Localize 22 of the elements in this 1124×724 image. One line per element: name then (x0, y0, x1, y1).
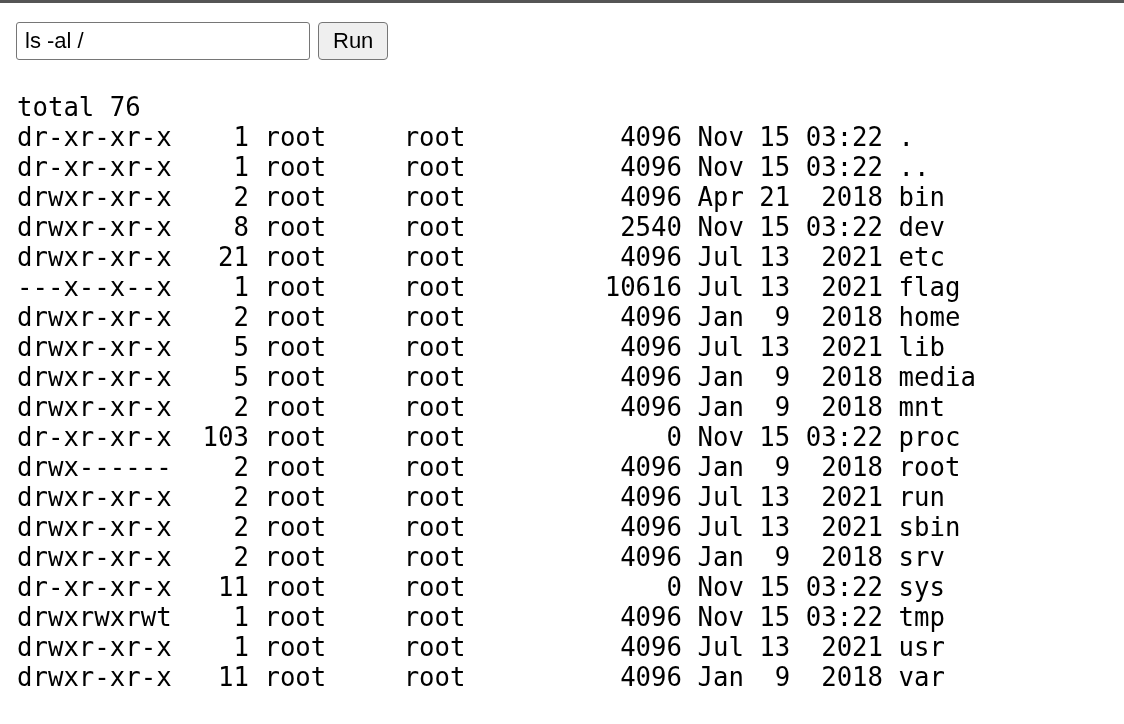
output-line: drwxr-xr-x 2 root root 4096 Apr 21 2018 bin (17, 182, 945, 212)
output-line: drwxr-xr-x 5 root root 4096 Jul 13 2021 lib (17, 332, 945, 362)
run-button[interactable]: Run (318, 22, 389, 60)
output-line: dr-xr-xr-x 1 root root 4096 Nov 15 03:22 .. (17, 152, 930, 182)
output-line: drwxr-xr-x 1 root root 4096 Jul 13 2021 usr (17, 632, 945, 662)
output-line: drwxr-xr-x 2 root root 4096 Jan 9 2018 srv (17, 542, 945, 572)
output-line: drwxr-xr-x 21 root root 4096 Jul 13 2021 etc (17, 242, 945, 272)
command-field[interactable]: ls -al / (16, 22, 310, 60)
output-line: dr-xr-xr-x 1 root root 4096 Nov 15 03:22 . (17, 122, 914, 152)
output-line: dr-xr-xr-x 103 root root 0 Nov 15 03:22 proc (17, 422, 961, 452)
output-line: drwxr-xr-x 2 root root 4096 Jan 9 2018 mnt (17, 392, 945, 422)
output-line: drwxr-xr-x 2 root root 4096 Jan 9 2018 home (17, 302, 961, 332)
output-line: drwxr-xr-x 2 root root 4096 Jul 13 2021 sbin (17, 512, 961, 542)
output-line: drwxr-xr-x 5 root root 4096 Jan 9 2018 media (17, 362, 976, 392)
output-line: dr-xr-xr-x 11 root root 0 Nov 15 03:22 sys (17, 572, 945, 602)
output-line: drwxr-xr-x 8 root root 2540 Nov 15 03:22 dev (17, 212, 945, 242)
output-line: drwx------ 2 root root 4096 Jan 9 2018 root (17, 452, 961, 482)
output-line: drwxr-xr-x 11 root root 4096 Jan 9 2018 var (17, 662, 945, 692)
output-line: drwxr-xr-x 2 root root 4096 Jul 13 2021 run (17, 482, 945, 512)
output-line: ---x--x--x 1 root root 10616 Jul 13 2021 flag (17, 272, 961, 302)
output-line: drwxrwxrwt 1 root root 4096 Nov 15 03:22 tmp (17, 602, 945, 632)
output-line: total 76 (17, 92, 141, 122)
